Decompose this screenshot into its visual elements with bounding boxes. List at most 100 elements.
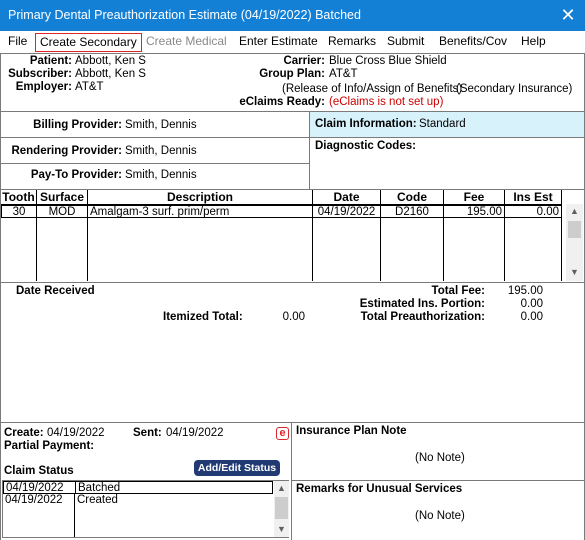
procedure-grid[interactable]: Tooth Surface Description Date Code Fee … — [1, 190, 584, 282]
col-header-code[interactable]: Code — [381, 190, 444, 204]
remarks-label: Remarks for Unusual Services — [296, 483, 463, 495]
claim-status-list[interactable]: 04/19/2022 Batched 04/19/2022 Created ▲ … — [2, 480, 289, 538]
subscriber-name: Abbott, Ken S — [75, 68, 146, 80]
divider — [443, 218, 444, 281]
itemized-total-value: 0.00 — [282, 311, 305, 323]
menu-create-medical[interactable]: Create Medical — [142, 33, 231, 52]
claim-info-value: Standard — [419, 118, 466, 130]
status-date: 04/19/2022 — [6, 482, 64, 494]
eclaims-status: (eClaims is not set up) — [329, 96, 444, 108]
table-row[interactable]: 30 MOD Amalgam-3 surf. prim/perm 04/19/2… — [1, 205, 562, 219]
total-fee-label: Total Fee: — [431, 285, 485, 297]
divider — [74, 507, 75, 537]
rendering-provider-label: Rendering Provider: — [11, 145, 122, 157]
status-text: Created — [77, 494, 118, 506]
list-item[interactable]: 04/19/2022 Created — [3, 494, 273, 507]
remarks-note: (No Note) — [415, 510, 465, 522]
divider — [291, 422, 292, 540]
status-scrollbar[interactable]: ▲ ▼ — [274, 481, 289, 537]
add-edit-status-button[interactable]: Add/Edit Status — [194, 460, 280, 476]
insurance-plan-note-label: Insurance Plan Note — [296, 425, 407, 437]
diagnostic-codes-label: Diagnostic Codes: — [315, 140, 416, 152]
payto-provider: Smith, Dennis — [125, 169, 197, 181]
divider — [0, 137, 310, 138]
scroll-thumb[interactable] — [568, 221, 581, 238]
rendering-provider: Smith, Dennis — [125, 145, 197, 157]
scroll-down-icon[interactable]: ▼ — [274, 522, 289, 537]
scroll-up-icon[interactable]: ▲ — [274, 481, 289, 496]
scroll-down-icon[interactable]: ▼ — [567, 265, 582, 280]
carrier-label: Carrier: — [283, 55, 325, 67]
date-received-label: Date Received — [16, 285, 95, 297]
divider — [0, 53, 585, 54]
est-ins-label: Estimated Ins. Portion: — [359, 298, 485, 310]
divider — [0, 163, 310, 164]
close-icon[interactable]: ✕ — [557, 4, 579, 26]
secondary-insurance-text: (Secondary Insurance) — [456, 83, 573, 95]
claim-info-label: Claim Information: — [315, 118, 417, 130]
cell-ins-est: 0.00 — [536, 206, 559, 218]
list-item[interactable]: 04/19/2022 Batched — [3, 481, 273, 494]
cell-tooth: 30 — [2, 206, 37, 219]
menu-enter-estimate[interactable]: Enter Estimate — [235, 33, 322, 52]
cell-fee: 195.00 — [444, 206, 505, 219]
claim-status-label: Claim Status — [4, 465, 74, 477]
eclaim-icon[interactable]: e — [276, 427, 289, 440]
divider — [87, 218, 88, 281]
divider — [561, 190, 562, 281]
insurance-plan-note: (No Note) — [415, 452, 465, 464]
col-header-tooth[interactable]: Tooth — [1, 190, 37, 204]
procedure-scrollbar[interactable]: ▲ ▼ — [566, 204, 583, 281]
menu-create-secondary[interactable]: Create Secondary — [35, 33, 142, 52]
menu-remarks[interactable]: Remarks — [324, 33, 380, 52]
divider — [75, 482, 76, 494]
eclaims-ready-label: eClaims Ready: — [239, 96, 325, 108]
divider — [0, 53, 1, 540]
divider — [310, 137, 584, 138]
billing-provider-label: Billing Provider: — [33, 119, 122, 131]
menu-help[interactable]: Help — [517, 33, 550, 52]
col-header-date[interactable]: Date — [313, 190, 381, 204]
divider — [74, 494, 75, 507]
scroll-thumb[interactable] — [275, 497, 288, 519]
divider — [0, 422, 585, 423]
create-date: 04/19/2022 — [47, 427, 105, 439]
title-bar: Primary Dental Preauthorization Estimate… — [0, 0, 585, 31]
est-ins-value: 0.00 — [520, 298, 543, 310]
menu-file[interactable]: File — [4, 33, 31, 52]
menu-benefits-cov[interactable]: Benefits/Cov — [435, 33, 511, 52]
group-plan-label: Group Plan: — [259, 68, 325, 80]
menu-submit[interactable]: Submit — [383, 33, 428, 52]
patient-name: Abbott, Ken S — [75, 55, 146, 67]
total-fee-value: 195.00 — [507, 285, 543, 297]
menu-bar: File Create Secondary Create Medical Ent… — [0, 31, 585, 53]
divider — [36, 218, 37, 281]
divider — [380, 218, 381, 281]
scroll-up-icon[interactable]: ▲ — [567, 204, 582, 219]
cell-description: Amalgam-3 surf. prim/perm — [88, 206, 313, 219]
partial-payment-label: Partial Payment: — [4, 440, 95, 452]
divider — [291, 480, 585, 481]
divider — [312, 218, 313, 281]
carrier-name: Blue Cross Blue Shield — [329, 55, 447, 67]
payto-provider-label: Pay-To Provider: — [30, 169, 122, 181]
create-label: Create: — [4, 427, 44, 439]
sent-label: Sent: — [133, 427, 162, 439]
cell-date: 04/19/2022 — [313, 206, 381, 219]
total-preauth-label: Total Preauthorization: — [360, 311, 485, 323]
col-header-description[interactable]: Description — [88, 190, 313, 204]
employer-label: Employer: — [15, 81, 72, 93]
col-header-surface[interactable]: Surface — [37, 190, 88, 204]
itemized-total-label: Itemized Total: — [163, 311, 243, 323]
total-preauth-value: 0.00 — [520, 311, 543, 323]
cell-code: D2160 — [381, 206, 444, 219]
group-plan-name: AT&T — [329, 68, 358, 80]
col-header-fee[interactable]: Fee — [444, 190, 505, 204]
subscriber-label: Subscriber: — [8, 68, 72, 80]
col-header-ins-est[interactable]: Ins Est — [505, 190, 562, 204]
sent-date: 04/19/2022 — [166, 427, 224, 439]
divider — [504, 218, 505, 281]
billing-provider: Smith, Dennis — [125, 119, 197, 131]
window-title: Primary Dental Preauthorization Estimate… — [8, 8, 361, 22]
divider — [0, 282, 585, 283]
